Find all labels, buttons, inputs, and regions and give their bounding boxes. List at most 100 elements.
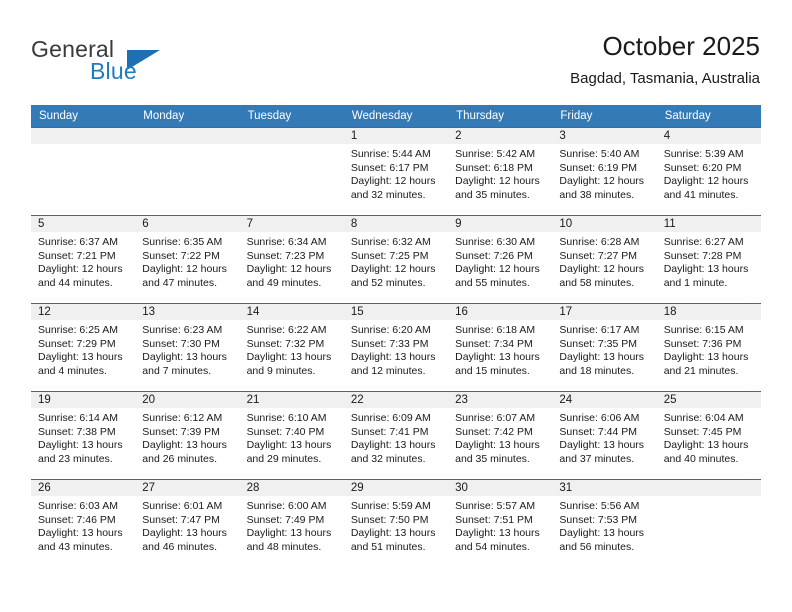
day-details: Sunrise: 6:27 AM Sunset: 7:28 PM Daylight:… bbox=[657, 232, 761, 290]
weekday-header-tuesday: Tuesday bbox=[239, 105, 344, 128]
daylight-text-line2: and 58 minutes. bbox=[559, 276, 635, 289]
sunset-text: Sunset: 6:20 PM bbox=[663, 161, 742, 174]
daylight-text-line1: Daylight: 13 hours bbox=[455, 351, 540, 364]
day-number: 10 bbox=[552, 216, 657, 232]
day-number: 18 bbox=[656, 304, 761, 320]
calendar-day-cell[interactable]: 19 Sunrise: 6:14 AM Sunset: 7:38 PM Dayligh… bbox=[31, 391, 136, 480]
day-details: Sunrise: 5:42 AM Sunset: 6:18 PM Daylight:… bbox=[448, 144, 552, 202]
sunset-text: Sunset: 7:41 PM bbox=[350, 425, 429, 438]
calendar-day-cell[interactable]: 31 Sunrise: 5:56 AM Sunset: 7:53 PM Dayligh… bbox=[552, 479, 657, 568]
day-details: Sunrise: 6:10 AM Sunset: 7:40 PM Daylight:… bbox=[240, 408, 344, 466]
daylight-text-line2: and 26 minutes. bbox=[142, 452, 217, 465]
day-details: Sunrise: 5:40 AM Sunset: 6:19 PM Daylight:… bbox=[552, 144, 656, 202]
day-details: Sunrise: 6:01 AM Sunset: 7:47 PM Daylight:… bbox=[135, 496, 239, 554]
calendar-day-cell[interactable]: 24 Sunrise: 6:06 AM Sunset: 7:44 PM Dayligh… bbox=[552, 391, 657, 480]
weekday-header-thursday: Thursday bbox=[448, 105, 553, 128]
sunrise-text: Sunrise: 5:56 AM bbox=[559, 500, 640, 512]
sunrise-text: Sunrise: 6:00 AM bbox=[246, 500, 327, 512]
daylight-text-line2: and 15 minutes. bbox=[455, 364, 530, 377]
calendar-day-cell[interactable]: 10 Sunrise: 6:28 AM Sunset: 7:27 PM Dayligh… bbox=[552, 215, 657, 304]
daylight-text-line1: Daylight: 13 hours bbox=[142, 351, 227, 364]
day-number: 19 bbox=[31, 392, 136, 408]
day-details: Sunrise: 6:23 AM Sunset: 7:30 PM Daylight:… bbox=[135, 320, 239, 378]
calendar-day-cell[interactable]: 4 Sunrise: 5:39 AM Sunset: 6:20 PM Daylight… bbox=[656, 127, 761, 216]
calendar-day-cell[interactable]: 5 Sunrise: 6:37 AM Sunset: 7:21 PM Daylight… bbox=[31, 215, 136, 304]
calendar-day-cell[interactable]: 29 Sunrise: 5:59 AM Sunset: 7:50 PM Dayligh… bbox=[343, 479, 449, 568]
daylight-text-line1: Daylight: 13 hours bbox=[246, 351, 332, 364]
daylight-text-line2: and 4 minutes. bbox=[38, 364, 107, 377]
day-details: Sunrise: 6:06 AM Sunset: 7:44 PM Daylight:… bbox=[552, 408, 656, 466]
day-number: 31 bbox=[552, 480, 657, 496]
calendar-day-cell[interactable]: 25 Sunrise: 6:04 AM Sunset: 7:45 PM Dayligh… bbox=[656, 391, 761, 480]
day-details: Sunrise: 6:25 AM Sunset: 7:29 PM Daylight:… bbox=[31, 320, 135, 378]
weekday-header-saturday: Saturday bbox=[656, 105, 761, 128]
calendar-day-cell[interactable]: 13 Sunrise: 6:23 AM Sunset: 7:30 PM Dayligh… bbox=[135, 303, 240, 392]
day-number-band bbox=[656, 480, 761, 496]
day-details: Sunrise: 5:44 AM Sunset: 6:17 PM Daylight:… bbox=[344, 144, 448, 202]
sunrise-text: Sunrise: 6:06 AM bbox=[559, 412, 640, 424]
calendar-day-cell[interactable]: 17 Sunrise: 6:17 AM Sunset: 7:35 PM Dayligh… bbox=[552, 303, 657, 392]
daylight-text-line2: and 9 minutes. bbox=[246, 364, 316, 377]
sunset-text: Sunset: 6:18 PM bbox=[455, 161, 533, 174]
day-details: Sunrise: 6:32 AM Sunset: 7:25 PM Daylight:… bbox=[344, 232, 448, 290]
day-number: 28 bbox=[239, 480, 344, 496]
calendar-day-cell[interactable]: 18 Sunrise: 6:15 AM Sunset: 7:36 PM Dayligh… bbox=[656, 303, 761, 392]
weekday-header-friday: Friday bbox=[552, 105, 657, 128]
day-number-band bbox=[135, 128, 240, 144]
day-number: 22 bbox=[343, 392, 449, 408]
calendar-day-cell[interactable]: 30 Sunrise: 5:57 AM Sunset: 7:51 PM Dayligh… bbox=[448, 479, 553, 568]
day-number: 13 bbox=[135, 304, 240, 320]
sunrise-text: Sunrise: 5:40 AM bbox=[559, 148, 640, 160]
calendar-day-cell[interactable]: 6 Sunrise: 6:35 AM Sunset: 7:22 PM Daylight… bbox=[135, 215, 240, 304]
calendar-day-cell[interactable]: 26 Sunrise: 6:03 AM Sunset: 7:46 PM Dayligh… bbox=[31, 479, 136, 568]
calendar-day-cell[interactable]: 15 Sunrise: 6:20 AM Sunset: 7:33 PM Dayligh… bbox=[343, 303, 449, 392]
calendar-day-cell[interactable]: 1 Sunrise: 5:44 AM Sunset: 6:17 PM Daylight… bbox=[343, 127, 449, 216]
calendar-day-cell-empty bbox=[239, 127, 344, 216]
sunrise-text: Sunrise: 6:09 AM bbox=[350, 412, 431, 424]
daylight-text-line1: Daylight: 13 hours bbox=[663, 439, 749, 452]
calendar-day-cell[interactable]: 28 Sunrise: 6:00 AM Sunset: 7:49 PM Dayligh… bbox=[239, 479, 344, 568]
daylight-text-line2: and 43 minutes. bbox=[38, 540, 113, 553]
daylight-text-line1: Daylight: 13 hours bbox=[559, 351, 645, 364]
calendar-day-cell[interactable]: 27 Sunrise: 6:01 AM Sunset: 7:47 PM Dayligh… bbox=[135, 479, 240, 568]
calendar-day-cell[interactable]: 2 Sunrise: 5:42 AM Sunset: 6:18 PM Daylight… bbox=[448, 127, 553, 216]
calendar-day-cell[interactable]: 8 Sunrise: 6:32 AM Sunset: 7:25 PM Daylight… bbox=[343, 215, 449, 304]
calendar-day-cell[interactable]: 16 Sunrise: 6:18 AM Sunset: 7:34 PM Dayligh… bbox=[448, 303, 553, 392]
page-subtitle: Bagdad, Tasmania, Australia bbox=[570, 70, 760, 87]
calendar-day-cell[interactable]: 22 Sunrise: 6:09 AM Sunset: 7:41 PM Dayligh… bbox=[343, 391, 449, 480]
calendar-day-cell[interactable]: 7 Sunrise: 6:34 AM Sunset: 7:23 PM Daylight… bbox=[239, 215, 344, 304]
sunset-text: Sunset: 7:25 PM bbox=[350, 249, 429, 262]
logo-general-blue[interactable]: General Blue bbox=[31, 36, 211, 88]
day-number: 15 bbox=[343, 304, 449, 320]
sunset-text: Sunset: 7:38 PM bbox=[38, 425, 116, 438]
sunrise-text: Sunrise: 6:07 AM bbox=[455, 412, 536, 424]
daylight-text-line2: and 1 minute. bbox=[663, 276, 728, 289]
day-details: Sunrise: 6:07 AM Sunset: 7:42 PM Daylight:… bbox=[448, 408, 552, 466]
day-number: 2 bbox=[448, 128, 553, 144]
day-number: 14 bbox=[239, 304, 344, 320]
calendar-day-cell[interactable]: 20 Sunrise: 6:12 AM Sunset: 7:39 PM Dayligh… bbox=[135, 391, 240, 480]
sunrise-text: Sunrise: 6:27 AM bbox=[663, 236, 744, 248]
daylight-text-line1: Daylight: 13 hours bbox=[559, 439, 645, 452]
calendar-day-cell[interactable]: 9 Sunrise: 6:30 AM Sunset: 7:26 PM Daylight… bbox=[448, 215, 553, 304]
sunset-text: Sunset: 7:51 PM bbox=[455, 513, 533, 526]
sunset-text: Sunset: 7:33 PM bbox=[350, 337, 429, 350]
sunrise-text: Sunrise: 5:59 AM bbox=[350, 500, 431, 512]
day-details: Sunrise: 6:17 AM Sunset: 7:35 PM Daylight:… bbox=[552, 320, 656, 378]
calendar-day-cell[interactable]: 12 Sunrise: 6:25 AM Sunset: 7:29 PM Dayligh… bbox=[31, 303, 136, 392]
calendar-day-cell[interactable]: 3 Sunrise: 5:40 AM Sunset: 6:19 PM Daylight… bbox=[552, 127, 657, 216]
sunset-text: Sunset: 7:50 PM bbox=[350, 513, 429, 526]
daylight-text-line1: Daylight: 13 hours bbox=[663, 351, 749, 364]
daylight-text-line1: Daylight: 13 hours bbox=[350, 527, 436, 540]
day-number: 9 bbox=[448, 216, 553, 232]
calendar-day-cell[interactable]: 11 Sunrise: 6:27 AM Sunset: 7:28 PM Dayligh… bbox=[656, 215, 761, 304]
calendar-day-cell[interactable]: 21 Sunrise: 6:10 AM Sunset: 7:40 PM Dayligh… bbox=[239, 391, 344, 480]
daylight-text-line2: and 38 minutes. bbox=[559, 188, 635, 201]
daylight-text-line1: Daylight: 13 hours bbox=[350, 351, 436, 364]
page-header: General Blue October 2025 Bagdad, Tasman… bbox=[0, 0, 792, 100]
daylight-text-line1: Daylight: 13 hours bbox=[350, 439, 436, 452]
calendar-day-cell-empty bbox=[31, 127, 136, 216]
calendar-day-cell[interactable]: 14 Sunrise: 6:22 AM Sunset: 7:32 PM Dayligh… bbox=[239, 303, 344, 392]
sunset-text: Sunset: 7:29 PM bbox=[38, 337, 116, 350]
calendar-day-cell[interactable]: 23 Sunrise: 6:07 AM Sunset: 7:42 PM Dayligh… bbox=[448, 391, 553, 480]
